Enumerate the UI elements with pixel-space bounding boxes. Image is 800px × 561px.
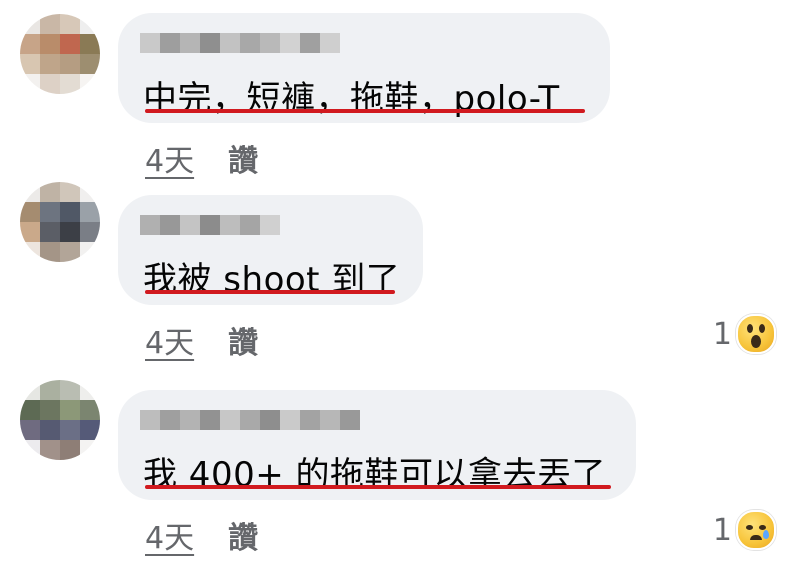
- comment-bubble: 我 400+ 的拖鞋可以拿去丟了: [118, 390, 636, 500]
- comment-actions: 4天 讚: [145, 318, 258, 362]
- reaction-count: 1: [712, 316, 732, 352]
- comment-actions: 4天 讚: [145, 513, 258, 557]
- commenter-name-blurred[interactable]: [140, 215, 280, 235]
- highlight-underline: [145, 290, 395, 294]
- commenter-name-blurred[interactable]: [140, 410, 360, 430]
- reaction-summary[interactable]: 1: [713, 314, 776, 354]
- wow-emoji-icon: [736, 314, 776, 354]
- like-button[interactable]: 讚: [228, 513, 258, 557]
- sad-emoji-icon: [736, 510, 776, 550]
- like-button[interactable]: 讚: [228, 136, 258, 180]
- comment-actions: 4天 讚: [145, 136, 258, 180]
- comment-bubble: 中完，短褲，拖鞋，polo-T: [118, 13, 610, 123]
- timestamp-link[interactable]: 4天: [145, 318, 194, 362]
- reaction-summary[interactable]: 1: [713, 510, 776, 550]
- highlight-underline: [145, 109, 585, 113]
- avatar[interactable]: [20, 182, 100, 262]
- avatar[interactable]: [20, 14, 100, 94]
- timestamp-link[interactable]: 4天: [145, 136, 194, 180]
- avatar[interactable]: [20, 380, 100, 460]
- highlight-underline: [145, 485, 611, 489]
- like-button[interactable]: 讚: [228, 318, 258, 362]
- reaction-count: 1: [712, 512, 732, 548]
- timestamp-link[interactable]: 4天: [145, 513, 194, 557]
- comment-bubble: 我被 shoot 到了: [118, 195, 423, 305]
- commenter-name-blurred[interactable]: [140, 33, 340, 53]
